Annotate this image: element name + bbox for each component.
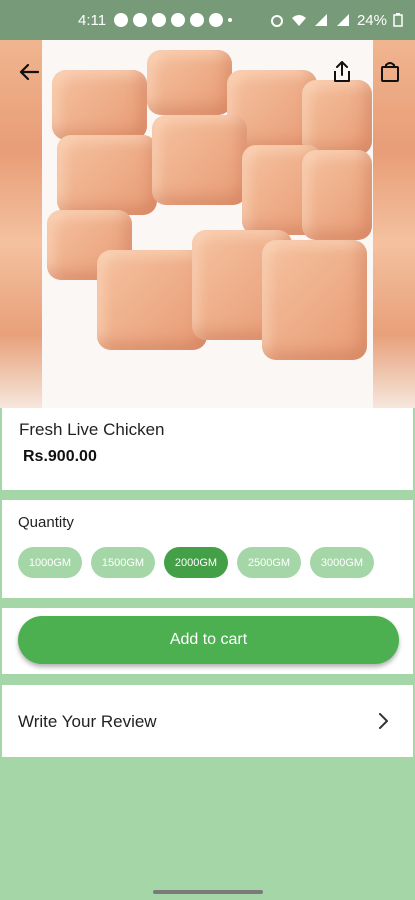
status-bar: 4:11 24% — [0, 0, 415, 40]
battery-icon — [393, 13, 403, 27]
quantity-option-2500gm[interactable]: 2500GM — [237, 547, 301, 578]
signal-icon — [336, 14, 349, 26]
product-name: Fresh Live Chicken — [19, 420, 165, 439]
cart-button[interactable] — [376, 58, 404, 86]
notification-icon — [133, 13, 148, 27]
shopping-bag-icon — [381, 62, 399, 82]
quantity-option-1000gm[interactable]: 1000GM — [18, 547, 82, 578]
write-review-row[interactable]: Write Your Review — [2, 685, 413, 757]
signal-icon — [314, 14, 327, 26]
back-button[interactable] — [15, 58, 43, 86]
share-button[interactable] — [328, 58, 356, 86]
quantity-option-3000gm[interactable]: 3000GM — [310, 547, 374, 578]
quantity-card: Quantity 1000GM 1500GM 2000GM 2500GM 300… — [2, 500, 413, 598]
more-notifications-icon — [228, 18, 233, 22]
product-image-carousel[interactable] — [0, 40, 415, 408]
notification-icons — [114, 13, 233, 27]
product-image — [42, 40, 373, 408]
notification-icon — [152, 13, 167, 27]
notification-icon — [190, 13, 205, 27]
quantity-options: 1000GM 1500GM 2000GM 2500GM 3000GM — [18, 547, 374, 578]
quantity-option-1500gm[interactable]: 1500GM — [91, 547, 155, 578]
status-time: 4:11 — [78, 11, 107, 29]
notification-icon — [114, 13, 129, 27]
quantity-label: Quantity — [18, 514, 74, 531]
add-to-cart-card: Add to cart — [2, 608, 413, 674]
product-info-card: Fresh Live Chicken Rs.900.00 — [2, 408, 413, 490]
add-to-cart-button[interactable]: Add to cart — [18, 616, 399, 664]
notification-icon — [171, 13, 186, 27]
quantity-option-2000gm[interactable]: 2000GM — [164, 547, 228, 578]
previous-image-peek — [0, 40, 42, 408]
alarm-icon — [270, 15, 283, 27]
product-price: Rs.900.00 — [23, 448, 97, 465]
battery-level: 24% — [356, 11, 387, 29]
chevron-right-icon — [379, 713, 388, 729]
next-image-peek — [373, 40, 415, 408]
wifi-icon — [291, 15, 306, 26]
gesture-nav-handle[interactable] — [153, 890, 263, 894]
share-icon — [334, 61, 350, 82]
write-review-label: Write Your Review — [18, 712, 157, 731]
system-status: 24% — [269, 12, 403, 29]
notification-icon — [209, 13, 224, 27]
back-arrow-icon — [19, 63, 39, 81]
